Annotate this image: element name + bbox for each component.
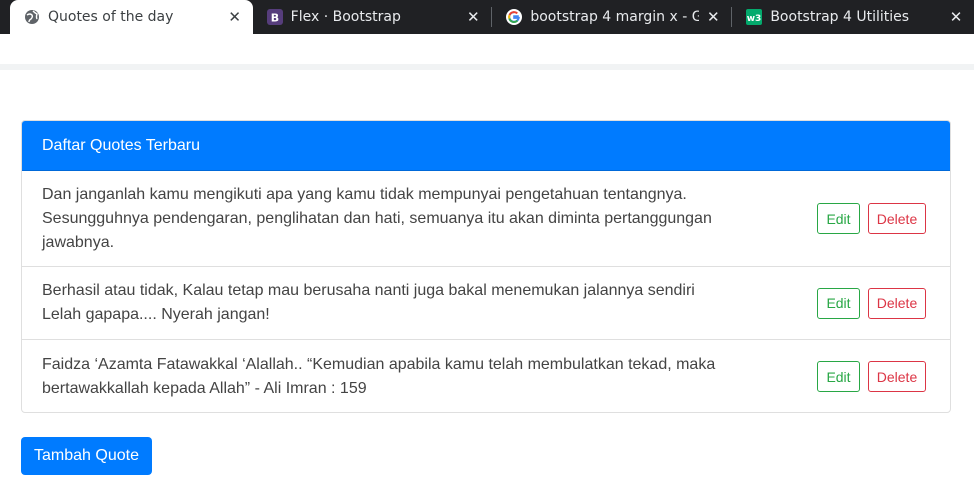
delete-button[interactable]: Delete — [868, 287, 926, 319]
close-tab-icon[interactable]: ✕ — [705, 8, 721, 26]
tab-quotes-of-the-day[interactable]: Quotes of the day ✕ — [9, 0, 253, 34]
delete-button[interactable]: Delete — [868, 361, 926, 392]
close-tab-icon[interactable]: ✕ — [227, 8, 243, 26]
tab-flex-bootstrap[interactable]: B Flex · Bootstrap ✕ — [253, 0, 492, 34]
tab-title: Quotes of the day — [47, 9, 174, 25]
tab-overflow-edge — [0, 0, 10, 34]
google-icon — [506, 9, 523, 25]
card-header: Daftar Quotes Terbaru — [22, 121, 950, 171]
quote-list-item: Berhasil atau tidak, Kalau tetap mau ber… — [22, 267, 950, 340]
close-tab-icon[interactable]: ✕ — [948, 8, 964, 26]
bootstrap-icon: B — [266, 9, 283, 25]
quote-list-item: Faidza ‘Azamta Fatawakkal ‘Alallah.. “Ke… — [22, 340, 950, 412]
add-quote-button[interactable]: Tambah Quote — [21, 437, 152, 475]
edit-button[interactable]: Edit — [817, 203, 860, 234]
browser-tab-strip: Quotes of the day ✕ B Flex · Bootstrap ✕… — [0, 0, 974, 34]
browser-toolbar — [0, 34, 974, 70]
tab-title: bootstrap 4 margin x - Go — [530, 9, 700, 25]
quote-actions: Edit Delete — [817, 203, 926, 234]
quote-actions: Edit Delete — [817, 287, 926, 319]
toolbar-divider — [0, 64, 974, 70]
quote-list-item: Dan janganlah kamu mengikuti apa yang ka… — [22, 171, 950, 267]
edit-button[interactable]: Edit — [817, 287, 860, 319]
quote-text: Faidza ‘Azamta Fatawakkal ‘Alallah.. “Ke… — [42, 355, 716, 397]
quote-text: Dan janganlah kamu mengikuti apa yang ka… — [42, 185, 712, 251]
svg-text:B: B — [270, 12, 278, 25]
tab-google-search[interactable]: bootstrap 4 margin x - Go ✕ — [492, 0, 731, 34]
w3-icon: w3 — [746, 9, 763, 25]
svg-text:w3: w3 — [747, 14, 762, 24]
close-tab-icon[interactable]: ✕ — [465, 8, 481, 26]
quotes-card: Daftar Quotes Terbaru Dan janganlah kamu… — [21, 120, 951, 413]
quote-text: Berhasil atau tidak, Kalau tetap mau ber… — [42, 282, 695, 323]
edit-button[interactable]: Edit — [817, 361, 860, 392]
tab-title: Flex · Bootstrap — [290, 9, 401, 25]
tab-bootstrap-utilities[interactable]: w3 Bootstrap 4 Utilities ✕ — [732, 0, 974, 34]
delete-button[interactable]: Delete — [868, 203, 926, 234]
tab-title: Bootstrap 4 Utilities — [770, 9, 910, 25]
globe-icon — [24, 9, 40, 25]
quote-actions: Edit Delete — [817, 361, 926, 392]
